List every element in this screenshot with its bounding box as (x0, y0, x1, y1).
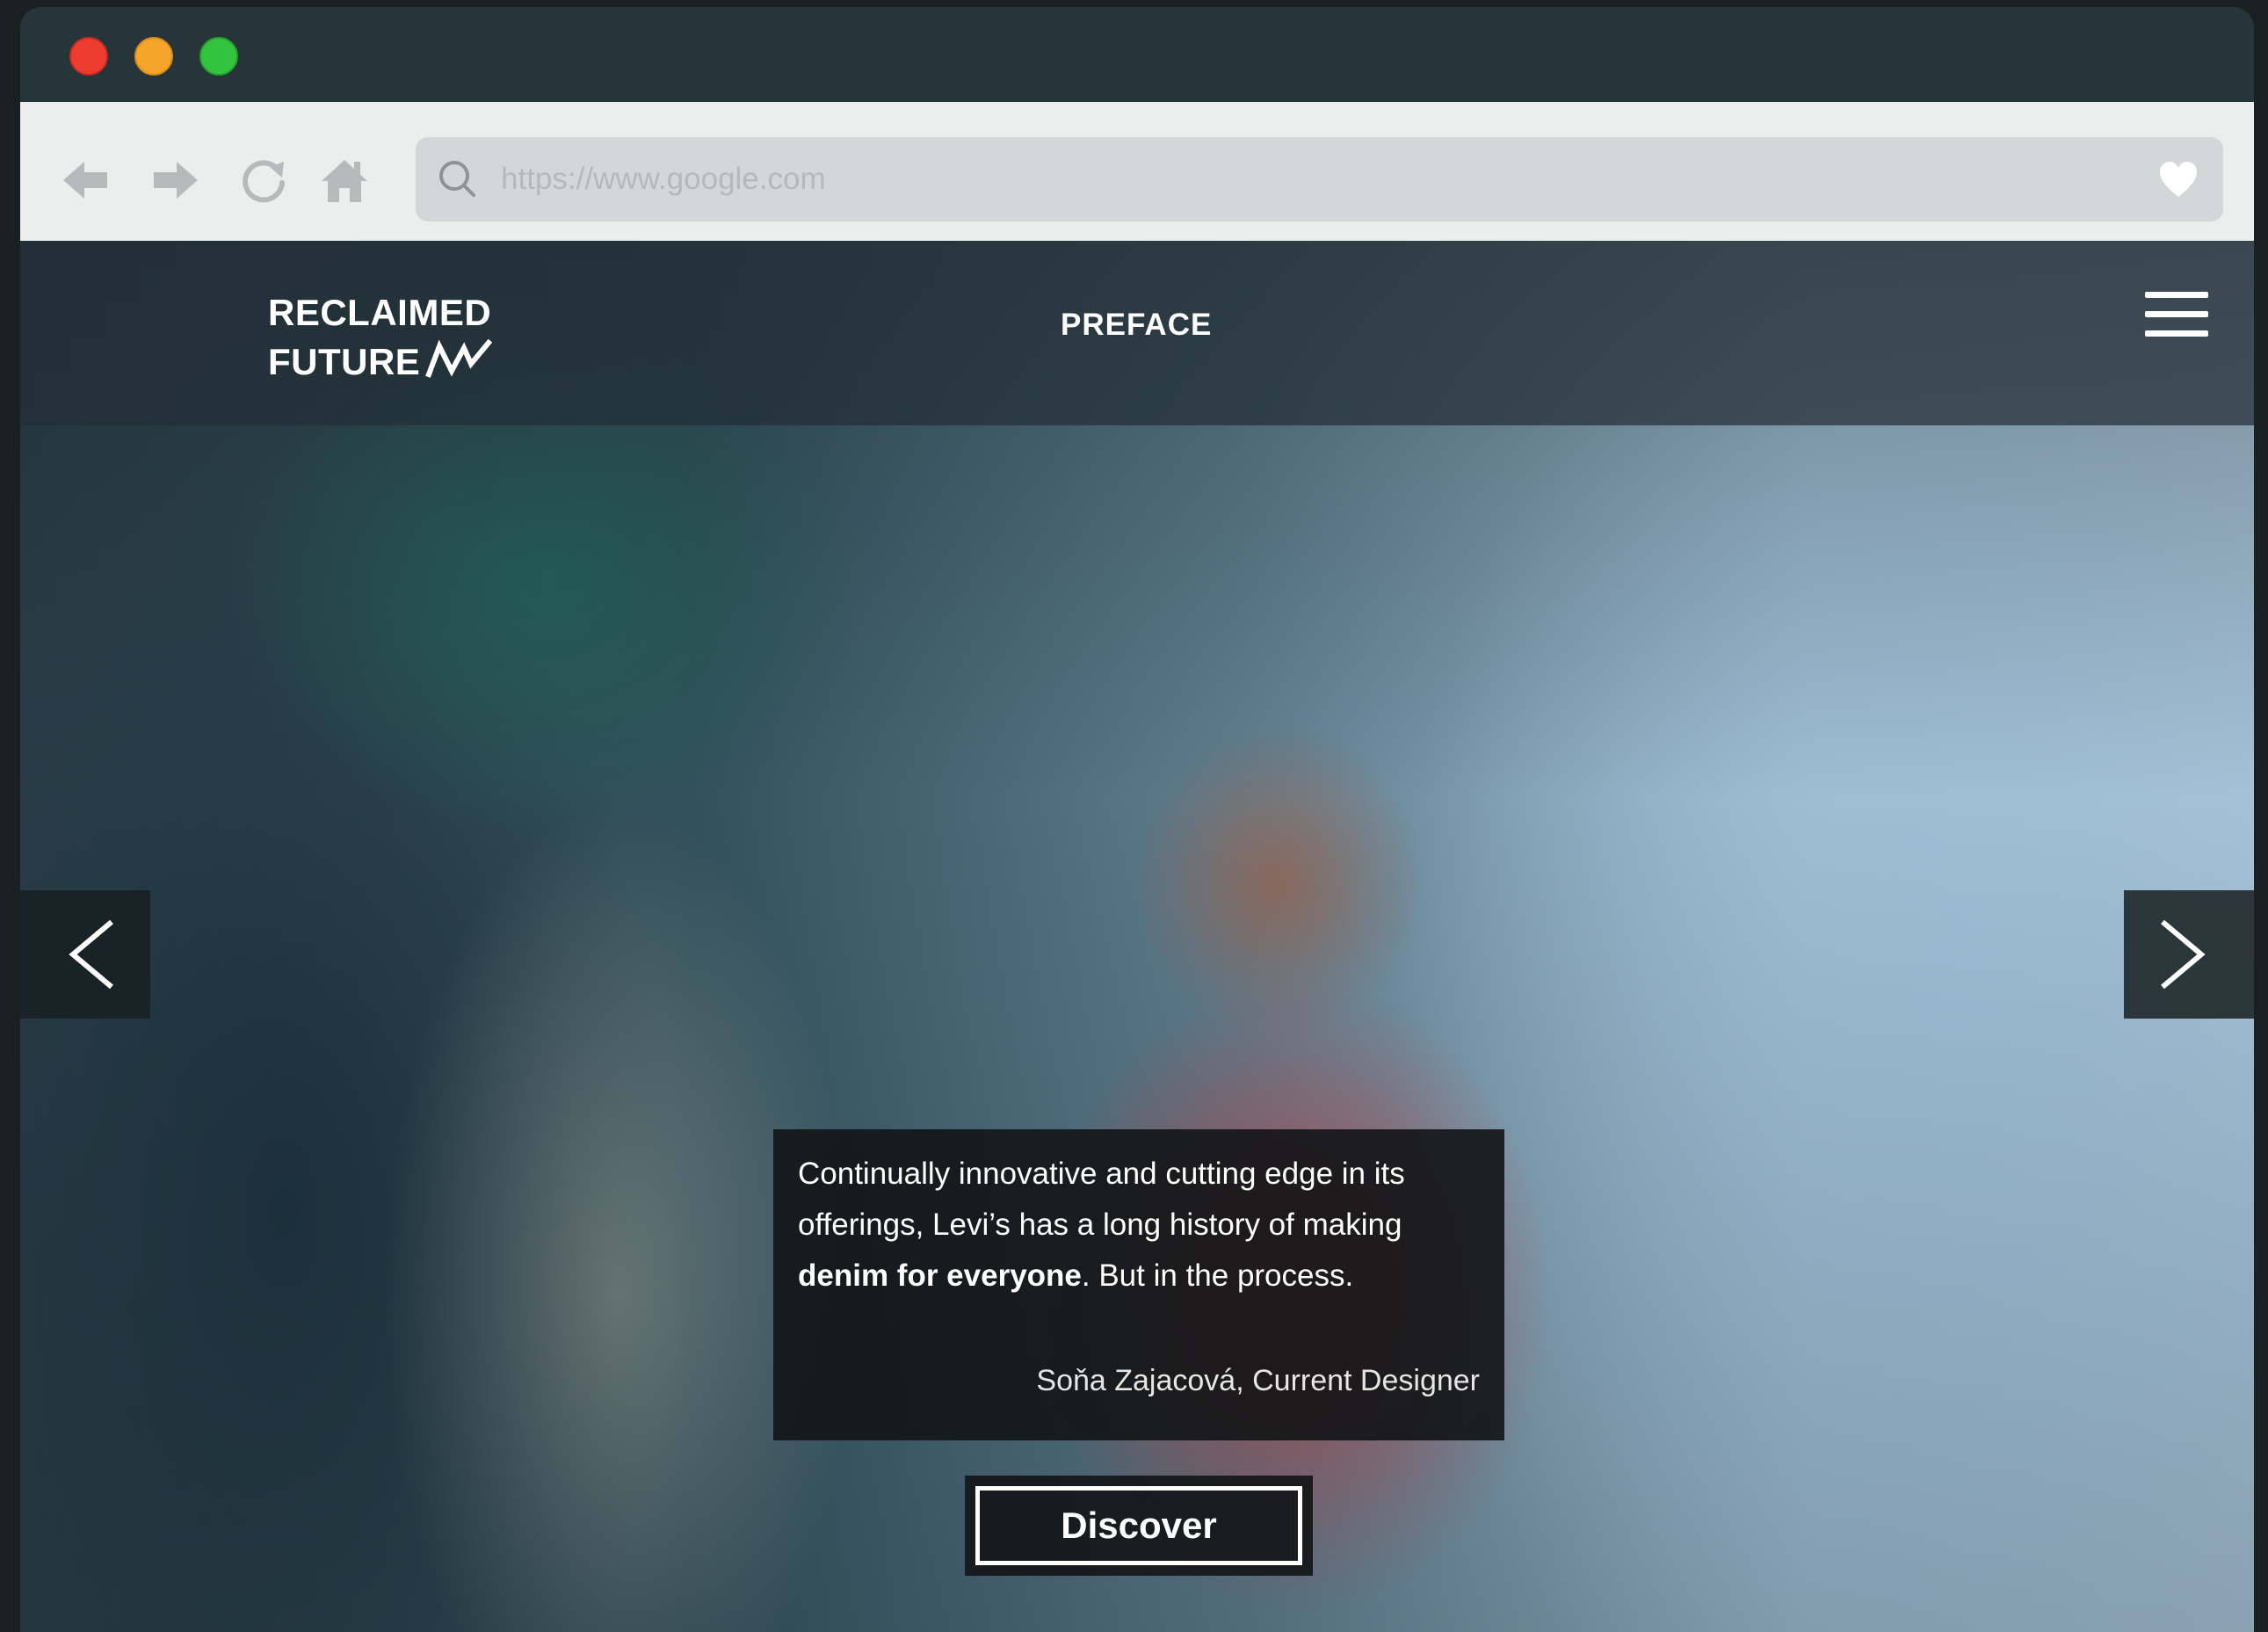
brand-line-2: FUTURE (268, 341, 421, 382)
url-input[interactable]: https://www.google.com (501, 156, 826, 202)
back-button[interactable] (60, 155, 111, 206)
close-window-button[interactable] (69, 37, 108, 76)
chevron-left-icon (69, 919, 113, 990)
reload-button[interactable] (238, 155, 289, 206)
quote-highlight: denim for everyone (798, 1258, 1082, 1293)
arrow-left-icon (63, 162, 107, 199)
reload-icon (243, 160, 285, 203)
minimize-window-button[interactable] (134, 37, 173, 76)
brand-line-1: RECLAIMED (268, 292, 492, 333)
hamburger-menu-icon[interactable] (2145, 290, 2208, 341)
website-viewport: RECLAIMED FUTURE PREFACE Continually inn… (20, 241, 2254, 1632)
chevron-right-icon (2161, 919, 2206, 990)
arrow-right-icon (154, 162, 198, 199)
nav-preface-link[interactable]: PREFACE (1061, 304, 1212, 346)
maximize-window-button[interactable] (199, 37, 238, 76)
slider-prev-button[interactable] (20, 890, 150, 1019)
discover-button[interactable]: Discover (975, 1486, 1302, 1565)
zigzag-mark-icon (425, 338, 496, 380)
search-icon (435, 156, 481, 202)
browser-toolbar: https://www.google.com (20, 102, 2254, 241)
forward-button[interactable] (150, 155, 201, 206)
quote-box: Continually innovative and cutting edge … (773, 1129, 1504, 1440)
address-bar[interactable]: https://www.google.com (416, 137, 2223, 221)
home-button[interactable] (319, 155, 370, 206)
discover-button-frame: Discover (965, 1476, 1313, 1576)
brand-logo[interactable]: RECLAIMED FUTURE (268, 288, 496, 387)
heart-icon[interactable] (2158, 160, 2199, 199)
browser-window: https://www.google.com RECLAIMED FUTURE … (20, 7, 2254, 1632)
quote-author: Soňa Zajacová, Current Designer (1036, 1364, 1480, 1397)
title-bar (20, 7, 2254, 102)
quote-text: Continually innovative and cutting edge … (798, 1157, 1405, 1293)
home-icon (322, 160, 367, 202)
slider-next-button[interactable] (2124, 890, 2254, 1019)
site-header: RECLAIMED FUTURE PREFACE (20, 241, 2254, 425)
